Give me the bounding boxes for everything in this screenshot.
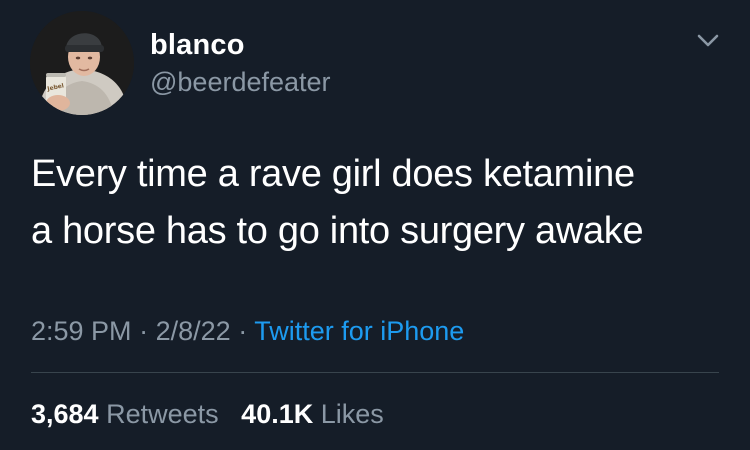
meta-separator: · [139,316,149,346]
meta-separator: · [238,316,248,346]
author-handle[interactable]: @beerdefeater [150,66,331,98]
tweet-meta: 2:59 PM · 2/8/22 · Twitter for iPhone [31,314,464,348]
tweet-card: Jebel blanco @beerdefeater Every time a … [0,0,750,450]
chevron-down-icon[interactable] [693,30,723,52]
likes-label: Likes [320,399,384,429]
tweet-stats: 3,684 Retweets 40.1K Likes [31,397,384,431]
tweet-text-line-2: a horse has to go into surgery awake [31,210,644,252]
likes-stat[interactable]: 40.1K Likes [241,399,384,429]
avatar-image: Jebel [30,11,134,115]
retweets-label: Retweets [106,399,219,429]
likes-count: 40.1K [241,399,314,429]
divider [31,372,719,373]
tweet-text: Every time a rave girl does ketamine a h… [31,146,731,260]
tweet-time[interactable]: 2:59 PM [31,316,132,346]
tweet-date[interactable]: 2/8/22 [156,316,231,346]
tweet-text-line-1: Every time a rave girl does ketamine [31,153,635,195]
retweets-count: 3,684 [31,399,99,429]
retweets-stat[interactable]: 3,684 Retweets [31,399,219,429]
tweet-source-link[interactable]: Twitter for iPhone [254,316,464,346]
avatar[interactable]: Jebel [30,11,134,115]
author-display-name[interactable]: blanco [150,28,245,62]
